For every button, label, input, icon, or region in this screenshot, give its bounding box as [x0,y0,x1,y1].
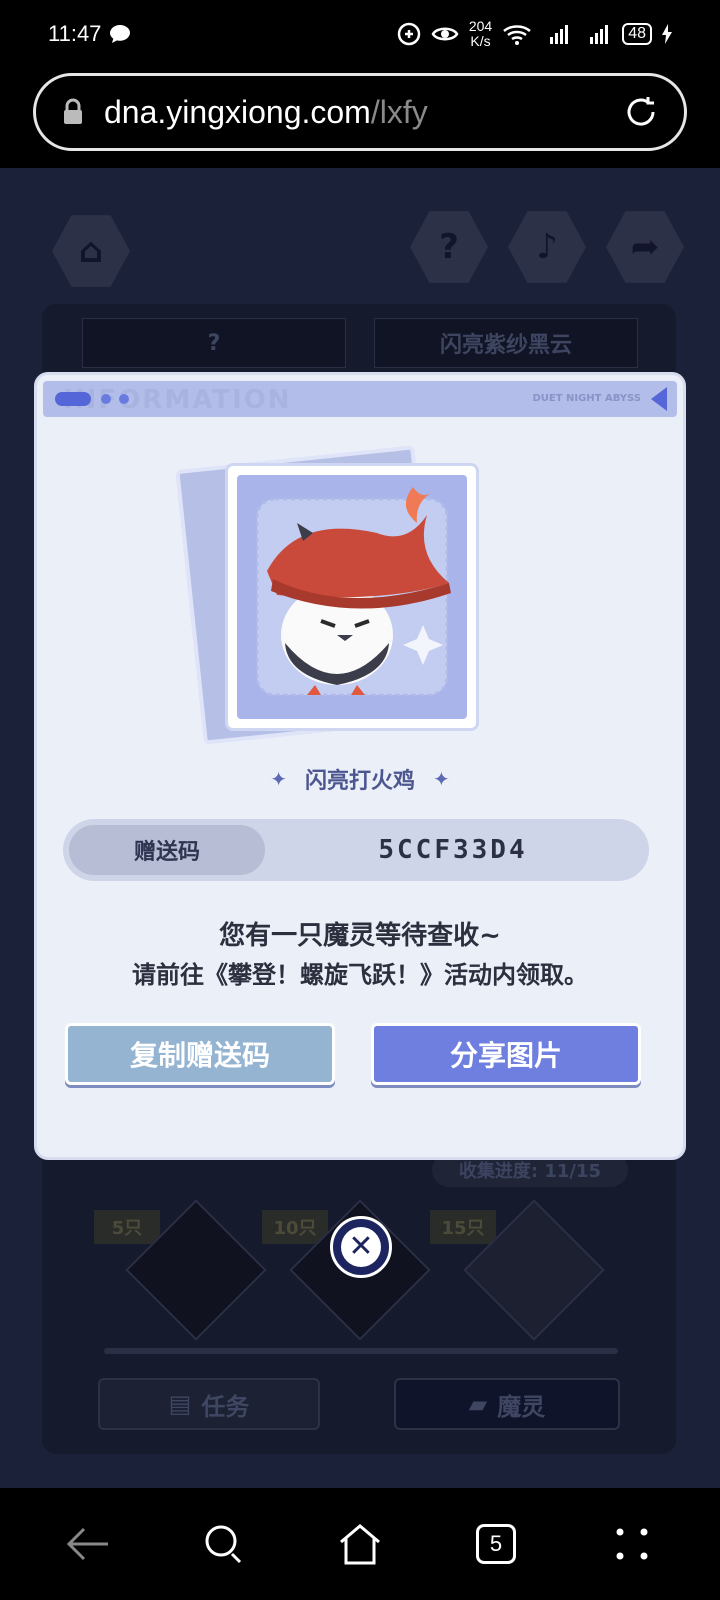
browser-toolbar: dna.yingxiong.com/lxfy [0,68,720,168]
header-dot [119,394,129,404]
back-arrow-icon [66,1527,108,1561]
back-button[interactable] [48,1504,128,1584]
message-line-2: 请前往《攀登！螺旋飞跃！》活动内领取。 [132,961,588,989]
tabs-button[interactable]: 5 [456,1504,536,1584]
message-bubble-icon [110,25,131,43]
system-nav-bar: 5 [0,1488,720,1600]
net-speed-unit: K/s [470,33,491,49]
status-right: 204 K/s 48 [397,19,672,49]
music-icon[interactable]: ♪ [508,211,586,283]
home-icon[interactable]: ⌂ [52,215,130,287]
lock-icon[interactable] [62,98,84,126]
home-nav-icon [340,1524,380,1565]
close-icon: ✕ [341,1227,381,1267]
close-dialog-button[interactable]: ✕ [330,1216,392,1278]
pet-name: 闪亮打火鸡 [304,769,415,794]
home-button[interactable] [320,1504,400,1584]
wifi-icon [503,25,532,45]
pet-card [225,463,479,731]
milestone-tag: 5只 [94,1210,160,1244]
net-speed-value: 204 [468,18,493,34]
copy-code-button[interactable]: 复制赠送码 [65,1023,335,1085]
header-arrow-icon [651,387,667,411]
pet-card-art [237,475,467,719]
charging-icon [662,24,672,44]
dialog-header: INFORMATION DUET NIGHT ABYSS [43,381,677,417]
search-icon [205,1525,242,1564]
pet-button[interactable]: ▰ 魔灵 [394,1378,620,1430]
gift-code-label: 赠送码 [69,825,265,875]
pet-button-label: 魔灵 [497,1392,546,1421]
gift-code-bar: 赠送码 5CCF33D4 [63,819,649,881]
header-pill [55,392,91,406]
help-icon[interactable]: ? [410,211,488,283]
share-image-button[interactable]: 分享图片 [371,1023,641,1085]
fire-chicken-pet-icon [255,487,451,697]
sparkle-icon: ✦ [433,767,450,791]
task-icon: ▤ [168,1390,192,1418]
signal-4g-icon-2 [590,25,609,44]
sparkle-icon: ✦ [270,767,287,791]
milestone-tag: 10只 [262,1210,328,1244]
folder-icon: ▰ [468,1390,488,1418]
net-speed: 204 K/s [469,19,492,49]
url-host: dna.yingxiong.com [104,93,371,130]
task-button[interactable]: ▤ 任务 [98,1378,320,1430]
milestone-tag: 15只 [430,1210,496,1244]
task-button-label: 任务 [201,1392,250,1421]
header-watermark: INFORMATION [63,385,292,415]
battery-icon: 48 [622,23,652,45]
url-text[interactable]: dna.yingxiong.com/lxfy [104,94,620,131]
data-saver-icon [397,22,421,46]
url-path: /lxfy [370,93,428,130]
progress-track [104,1348,618,1354]
address-bar[interactable]: dna.yingxiong.com/lxfy [33,73,687,151]
signal-4g-icon [550,25,569,44]
share-icon[interactable]: ➦ [606,211,684,283]
gift-code-value: 5CCF33D4 [378,835,528,865]
status-bar: 11:47 204 K/s 48 [0,0,720,68]
more-dots-icon [616,1528,648,1560]
header-brand: DUET NIGHT ABYSS [532,393,641,404]
gift-dialog: INFORMATION DUET NIGHT ABYSS ✦ 闪亮打火鸡 ✦ 赠… [34,372,686,1160]
header-dot [101,394,111,404]
reload-icon[interactable] [620,91,662,133]
eye-icon [431,27,459,41]
clock: 11:47 [48,21,102,46]
message-line-1: 您有一只魔灵等待查收~ [219,921,501,951]
status-left: 11:47 [48,21,131,47]
collection-slot-right: 闪亮紫纱黑云 [374,318,638,368]
collection-slot-left: ? [82,318,346,368]
pet-name-row: ✦ 闪亮打火鸡 ✦ [37,763,683,795]
tab-count: 5 [476,1524,516,1564]
menu-button[interactable] [592,1504,672,1584]
search-button[interactable] [184,1504,264,1584]
